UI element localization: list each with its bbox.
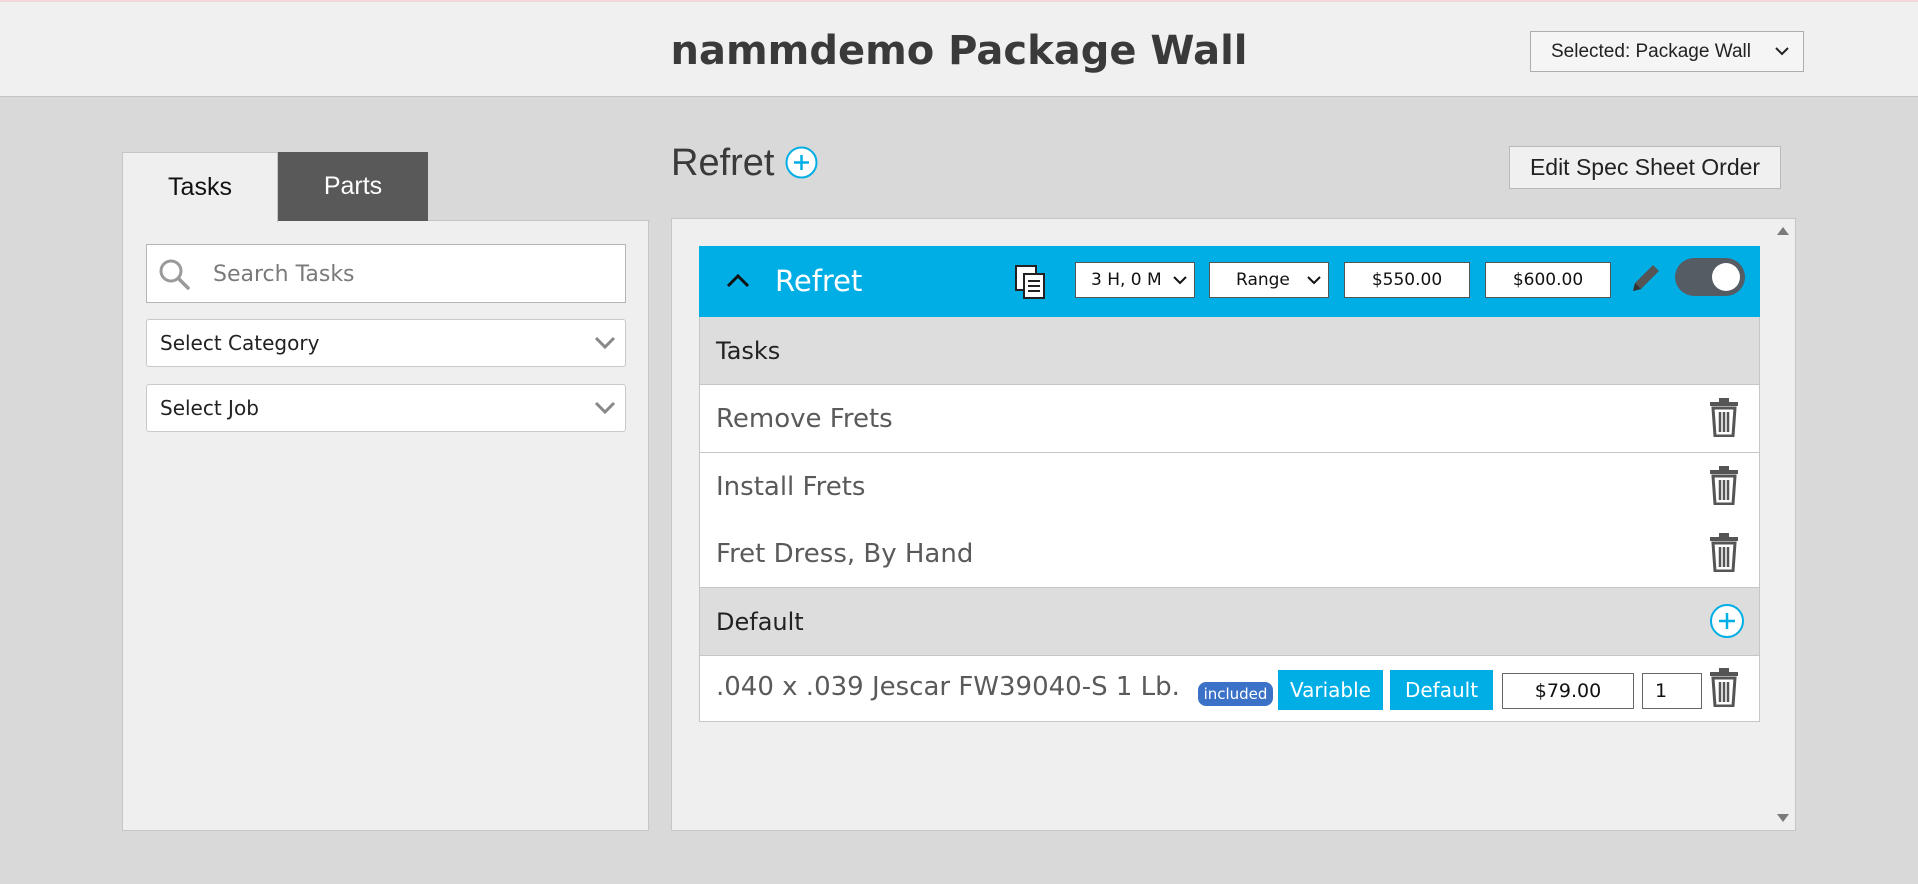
add-circle-icon[interactable] [785, 146, 818, 179]
part-price-input[interactable]: $79.00 [1502, 673, 1634, 709]
job-select-value: Select Job [160, 396, 259, 420]
task-row: Remove Frets [699, 385, 1760, 453]
default-group-label: Default [716, 607, 804, 636]
included-badge: included [1198, 682, 1273, 706]
scroll-down-icon[interactable] [1776, 813, 1790, 823]
edit-spec-sheet-order-button[interactable]: Edit Spec Sheet Order [1509, 146, 1781, 189]
trash-icon[interactable] [1709, 667, 1739, 707]
variable-button[interactable]: Variable [1278, 670, 1383, 710]
price-high-input[interactable]: $600.00 [1485, 262, 1611, 298]
tab-parts[interactable]: Parts [278, 152, 428, 221]
search-input[interactable] [213, 255, 613, 293]
default-button[interactable]: Default [1390, 670, 1493, 710]
chevron-down-icon [1173, 276, 1187, 285]
chevron-down-icon [594, 401, 616, 415]
view-select-value: Selected: Package Wall [1551, 40, 1751, 62]
section-title: Refret [671, 142, 775, 184]
price-type-value: Range [1236, 270, 1290, 290]
time-select[interactable]: 3 H, 0 M [1075, 262, 1195, 298]
task-row: Fret Dress, By Hand [699, 520, 1760, 588]
package-name: Refret [775, 264, 863, 298]
tab-tasks[interactable]: Tasks [122, 152, 278, 222]
task-name: Fret Dress, By Hand [716, 538, 974, 569]
category-select[interactable]: Select Category [146, 319, 626, 367]
price-type-select[interactable]: Range [1209, 262, 1329, 298]
category-select-value: Select Category [160, 331, 320, 355]
trash-icon[interactable] [1709, 532, 1739, 572]
task-name: Remove Frets [716, 403, 893, 434]
search-icon [159, 259, 190, 290]
task-row: Install Frets [699, 453, 1760, 521]
pencil-icon[interactable] [1628, 260, 1662, 296]
trash-icon[interactable] [1709, 397, 1739, 437]
search-field[interactable] [146, 244, 626, 303]
chevron-down-icon [1307, 276, 1321, 285]
package-header: Refret 3 H, 0 M Range $550.00 $600.00 [699, 246, 1760, 317]
tasks-group-header: Tasks [699, 317, 1760, 385]
part-qty-input[interactable]: 1 [1642, 673, 1702, 709]
part-name: .040 x .039 Jescar FW39040-S 1 Lb. [716, 672, 1180, 702]
scroll-up-icon[interactable] [1776, 226, 1790, 236]
view-select[interactable]: Selected: Package Wall [1530, 31, 1804, 72]
copy-icon[interactable] [1013, 263, 1047, 301]
trash-icon[interactable] [1709, 465, 1739, 505]
default-group-header: Default [699, 588, 1760, 656]
chevron-up-icon[interactable] [725, 270, 751, 292]
part-row: .040 x .039 Jescar FW39040-S 1 Lb. inclu… [699, 656, 1760, 722]
toggle-knob [1712, 263, 1740, 291]
job-select[interactable]: Select Job [146, 384, 626, 432]
time-select-value: 3 H, 0 M [1091, 270, 1162, 290]
chevron-down-icon [1775, 47, 1789, 56]
add-circle-icon[interactable] [1709, 603, 1745, 639]
task-name: Install Frets [716, 471, 866, 502]
price-low-input[interactable]: $550.00 [1344, 262, 1470, 298]
package-enabled-toggle[interactable] [1675, 258, 1745, 296]
chevron-down-icon [594, 336, 616, 350]
top-bar: nammdemo Package Wall Selected: Package … [0, 0, 1918, 97]
tab-strip [428, 152, 650, 221]
